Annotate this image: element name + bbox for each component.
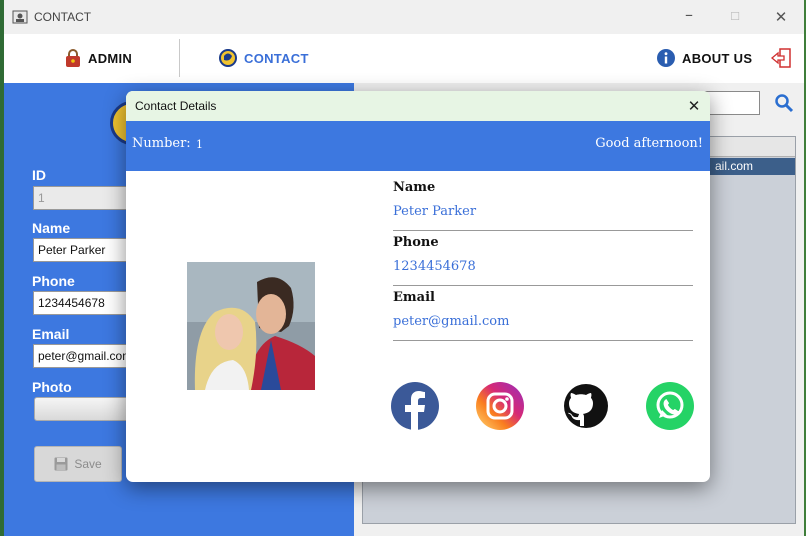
title-bar: CONTACT – ☐ ✕ xyxy=(4,0,804,34)
close-window-button[interactable]: ✕ xyxy=(766,6,796,28)
logout-icon[interactable] xyxy=(770,48,792,68)
nav-about-us[interactable]: ABOUT US xyxy=(656,48,752,68)
photo-label: Photo xyxy=(32,379,72,395)
nav-admin[interactable]: ADMIN xyxy=(64,48,132,68)
dialog-title-bar: Contact Details ✕ xyxy=(126,91,710,121)
dialog-close-button[interactable]: ✕ xyxy=(684,96,704,116)
number-label: Number: xyxy=(132,136,191,151)
contact-icon xyxy=(219,49,237,67)
whatsapp-icon[interactable] xyxy=(646,382,694,430)
dialog-name-label: Name xyxy=(393,180,436,195)
save-button-label: Save xyxy=(74,457,102,471)
dialog-email-value: peter@gmail.com xyxy=(393,314,510,329)
github-icon[interactable] xyxy=(562,382,610,430)
dialog-phone-value: 1234454678 xyxy=(393,259,476,274)
separator xyxy=(393,230,693,231)
lock-icon xyxy=(66,49,80,67)
number-value: 1 xyxy=(196,138,203,151)
search-icon[interactable] xyxy=(774,93,794,113)
dialog-email-label: Email xyxy=(393,290,435,305)
facebook-icon[interactable] xyxy=(391,382,439,430)
save-button[interactable]: Save xyxy=(34,446,122,482)
nav-contact-label: CONTACT xyxy=(244,50,309,66)
info-icon xyxy=(657,49,675,67)
nav-contact[interactable]: CONTACT xyxy=(218,48,309,68)
separator xyxy=(393,285,693,286)
search-input[interactable] xyxy=(704,91,760,115)
nav-about-label: ABOUT US xyxy=(682,50,753,66)
id-label: ID xyxy=(32,167,46,183)
top-navbar: ADMIN CONTACT ABOUT US xyxy=(4,34,804,83)
name-label: Name xyxy=(32,220,71,236)
dialog-name-value: Peter Parker xyxy=(393,204,477,219)
minimize-button[interactable]: – xyxy=(674,6,704,28)
floppy-icon xyxy=(54,457,68,471)
nav-admin-label: ADMIN xyxy=(88,50,133,66)
maximize-button[interactable]: ☐ xyxy=(720,6,750,28)
contact-photo xyxy=(187,262,315,390)
separator xyxy=(393,340,693,341)
nav-divider xyxy=(179,39,180,77)
email-label: Email xyxy=(32,326,70,342)
window-title: CONTACT xyxy=(34,10,92,24)
phone-label: Phone xyxy=(32,273,75,289)
greeting-text: Good afternoon! xyxy=(595,136,703,151)
instagram-icon[interactable] xyxy=(476,382,524,430)
dialog-phone-label: Phone xyxy=(393,235,439,250)
dialog-header-band: Number: 1 Good afternoon! xyxy=(126,121,710,171)
app-icon xyxy=(12,10,28,24)
contact-details-dialog: Contact Details ✕ Number: 1 Good afterno… xyxy=(126,91,710,482)
dialog-title: Contact Details xyxy=(135,99,217,113)
